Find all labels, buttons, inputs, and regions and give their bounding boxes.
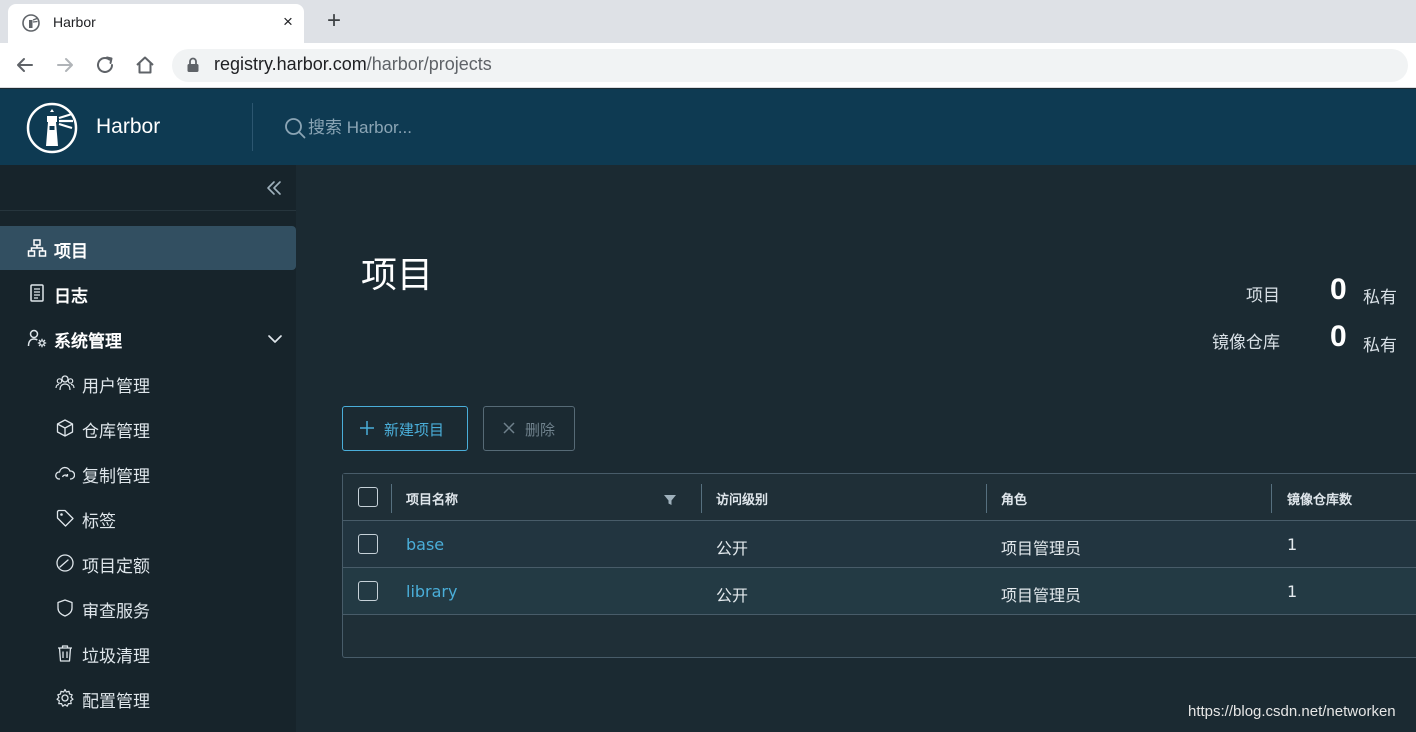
close-icon [503,422,515,434]
stat-repos-value: 0 [1330,320,1347,353]
harbor-favicon-icon [22,14,40,32]
url-text[interactable]: registry.harbor.com/harbor/projects [214,54,492,75]
lock-icon[interactable] [186,57,200,73]
browser-tab-bar: Harbor × + [0,0,1416,43]
column-separator [701,484,702,513]
projects-icon [27,239,47,257]
table-row[interactable]: base 公开 项目管理员 1 [343,521,1416,568]
new-project-label: 新建项目 [384,422,445,439]
chevron-down-icon[interactable] [266,330,284,348]
column-separator [1271,484,1272,513]
role: 项目管理员 [1001,539,1082,558]
stat-repos-label: 镜像仓库 [1212,333,1280,353]
row-checkbox[interactable] [358,534,378,554]
shield-icon [57,599,73,617]
app-header [0,89,1416,165]
collapse-sidebar-icon[interactable] [264,178,284,198]
new-tab-icon[interactable]: + [322,9,346,33]
sidebar-item-label: 用户管理 [82,377,150,397]
column-header-access[interactable]: 访问级别 [716,489,768,508]
registry-icon [56,419,74,437]
tag-icon [56,509,74,527]
sidebar-item-label: 标签 [82,512,116,532]
reload-icon[interactable] [94,54,116,76]
quota-icon [56,554,74,572]
users-icon [55,375,75,391]
admin-icon [27,329,47,348]
project-name-link[interactable]: base [406,535,444,554]
projects-datagrid: 项目名称 访问级别 角色 镜像仓库数 base 公开 项目管理员 1 libra… [342,473,1416,658]
sidebar-item-administration[interactable]: 系统管理 [0,316,296,360]
sidebar-item-label: 垃圾清理 [82,647,150,667]
plus-icon [360,421,374,435]
column-header-role[interactable]: 角色 [1001,489,1027,508]
url-path: /harbor/projects [366,54,492,74]
back-arrow-icon[interactable] [14,54,36,76]
repo-count: 1 [1287,582,1298,601]
filter-icon[interactable] [663,493,677,507]
sidebar-item-gc[interactable]: 垃圾清理 [0,631,296,675]
repo-count: 1 [1287,535,1298,554]
watermark-text: https://blog.csdn.net/networken [1188,703,1396,720]
delete-label: 删除 [525,422,556,439]
new-project-button[interactable]: 新建项目 [342,406,468,451]
sidebar-item-labels[interactable]: 标签 [0,496,296,540]
table-header: 项目名称 访问级别 角色 镜像仓库数 [343,474,1416,521]
stat-repos-unit: 私有 [1363,336,1397,356]
tab-title: Harbor [53,14,96,30]
sidebar-item-label: 仓库管理 [82,422,150,442]
trash-icon [58,645,72,662]
header-divider [252,103,253,151]
sidebar-item-label: 复制管理 [82,467,150,487]
sidebar-item-label: 系统管理 [54,332,122,352]
stat-projects-label: 项目 [1246,286,1280,306]
search-icon[interactable] [284,117,306,139]
stat-projects-unit: 私有 [1363,288,1397,308]
close-tab-icon[interactable]: × [278,12,298,32]
column-header-repos[interactable]: 镜像仓库数 [1287,489,1352,508]
sidebar-item-label: 项目定额 [82,557,150,577]
sidebar-item-label: 审查服务 [82,602,150,622]
role: 项目管理员 [1001,586,1082,605]
sidebar-item-projects[interactable]: 项目 [0,226,296,270]
access-level: 公开 [716,586,749,605]
sidebar-item-logs[interactable]: 日志 [0,271,296,315]
table-row[interactable]: library 公开 项目管理员 1 [343,568,1416,615]
sidebar-item-users[interactable]: 用户管理 [0,361,296,405]
sidebar-item-replications[interactable]: 复制管理 [0,451,296,495]
home-icon[interactable] [134,54,156,76]
select-all-checkbox[interactable] [358,487,378,507]
brand-name[interactable]: Harbor [96,115,160,139]
row-checkbox[interactable] [358,581,378,601]
logs-icon [30,284,44,302]
browser-tab[interactable]: Harbor × [8,4,304,43]
column-separator [986,484,987,513]
forward-arrow-icon[interactable] [54,54,76,76]
stat-projects-value: 0 [1330,273,1347,306]
sidebar-item-label: 配置管理 [82,692,150,712]
global-search-input[interactable] [308,114,708,142]
url-host: registry.harbor.com [214,54,367,74]
sidebar-item-quotas[interactable]: 项目定额 [0,541,296,585]
sidebar-item-interrogation[interactable]: 审查服务 [0,586,296,630]
page-title: 项目 [361,255,434,296]
harbor-logo-icon[interactable] [26,102,78,154]
sidebar-item-label: 日志 [54,287,88,307]
project-name-link[interactable]: library [406,582,457,601]
gear-icon [56,688,74,707]
delete-button[interactable]: 删除 [483,406,575,451]
sidebar-item-label: 项目 [54,242,88,262]
browser-toolbar [0,43,1416,88]
sidebar-item-configuration[interactable]: 配置管理 [0,676,296,720]
column-separator [391,484,392,513]
replication-icon [55,466,75,480]
sidebar-divider [0,210,296,211]
sidebar-item-registries[interactable]: 仓库管理 [0,406,296,450]
column-header-name[interactable]: 项目名称 [406,489,458,508]
access-level: 公开 [716,539,749,558]
